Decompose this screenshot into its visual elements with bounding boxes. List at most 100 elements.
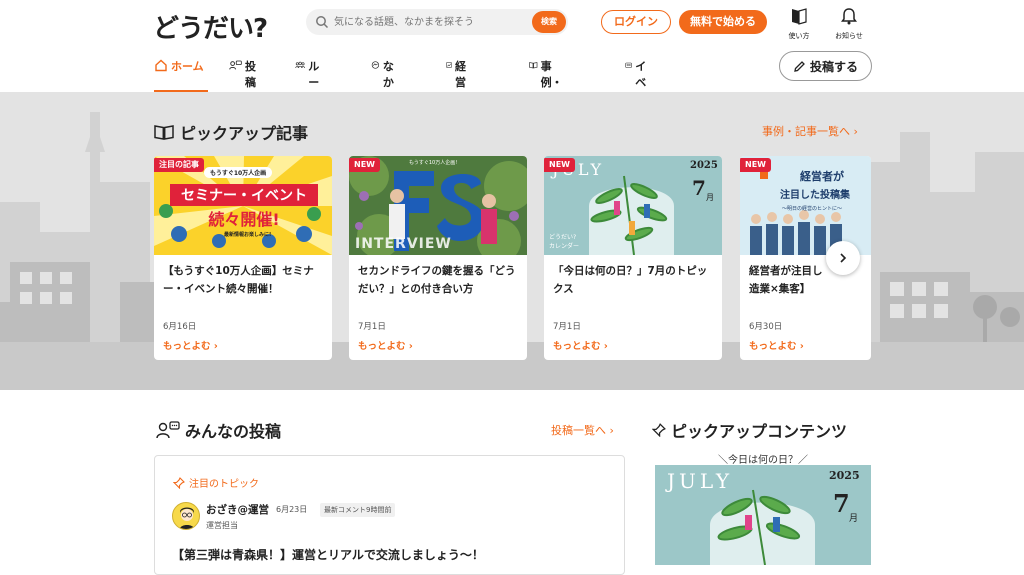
thumb-headline-2: 続々開催!: [208, 210, 280, 229]
article-card[interactable]: もうすぐ10万人企画 セミナー・イベント 続々開催! 最新情報お楽しみに! 注目…: [154, 156, 332, 360]
card-title-line-2: 造業×集客】: [749, 283, 811, 295]
post-button[interactable]: 投稿する: [779, 51, 872, 81]
search-button[interactable]: 検索: [532, 11, 566, 33]
event-icon: [625, 62, 632, 68]
thumb-headline-1: 経営者が: [800, 170, 844, 183]
featured-topic-card[interactable]: 注目のトピック おざき@運営 6月23日 最新コメント9時間前 運営担当 【第三…: [154, 455, 625, 575]
article-thumbnail: 経営者が 注目した投稿集 〜明日の経営のヒントに〜 NEW: [740, 156, 871, 255]
thumb-cal-text-1: どうだい?: [549, 234, 577, 241]
chart-icon: [446, 62, 452, 68]
guide-link[interactable]: 使い方: [779, 6, 819, 41]
people-chat-icon: [156, 421, 180, 439]
posts-more-link[interactable]: 投稿一覧へ ›: [551, 422, 614, 438]
thumb-interview-text: INTERVIEW: [355, 236, 452, 252]
site-logo[interactable]: どうだい?: [153, 8, 268, 45]
home-icon: [155, 59, 167, 72]
poster-name[interactable]: おざき@運営: [206, 502, 269, 517]
card-more-link[interactable]: もっとよむ ›: [553, 338, 608, 352]
article-card[interactable]: JULY 2025 7 月 どうだい? カレンダー NEW 「今日は何の日？」7…: [544, 156, 722, 360]
card-more-label: もっとよむ: [163, 341, 211, 352]
thumb-note-text: 〜明日の経営のヒントに〜: [782, 206, 843, 212]
search-icon: [316, 16, 329, 29]
pin-icon: [173, 476, 185, 489]
card-more-link[interactable]: もっとよむ ›: [749, 338, 804, 352]
thumb-small-text: もうすぐ10万人企画: [204, 167, 273, 178]
nav-home-label: ホーム: [171, 60, 204, 73]
side-month-text: JULY: [667, 469, 734, 493]
post-title[interactable]: 【第三弾は青森県！】運営とリアルで交流しましょう〜！: [172, 546, 484, 563]
nav-events[interactable]: イベント: [625, 56, 655, 121]
avatar-illustration: [179, 507, 195, 529]
article-card[interactable]: もうすぐ10万人企画! INTERVIEW NEW セカンドライフの鍵を握る「ど…: [349, 156, 527, 360]
notice-link[interactable]: お知らせ: [829, 6, 869, 41]
card-more-label: もっとよむ: [358, 341, 406, 352]
thumb-month-unit: 月: [706, 193, 714, 202]
card-date: 7月1日: [553, 322, 581, 332]
thumb-year-text: 2025: [690, 160, 718, 171]
nav-support[interactable]: 経営支援: [446, 56, 474, 121]
posts-more-label: 投稿一覧へ: [551, 424, 606, 437]
search-input[interactable]: [334, 12, 530, 32]
carousel-next-button[interactable]: [826, 241, 860, 275]
card-date: 7月1日: [358, 322, 386, 332]
card-badge: 注目の記事: [154, 158, 204, 172]
nav-home[interactable]: ホーム: [154, 56, 208, 92]
thumb-headline-1: セミナー・イベント: [170, 184, 318, 206]
bell-icon: [841, 8, 857, 25]
signup-button[interactable]: 無料で始める: [679, 10, 767, 34]
post-button-label: 投稿する: [809, 59, 858, 74]
side-month-unit: 月: [849, 514, 859, 524]
card-badge: NEW: [740, 158, 771, 172]
book-icon: [154, 125, 174, 140]
card-more-label: もっとよむ: [749, 341, 797, 352]
pickup-more-link[interactable]: 事例・記事一覧へ ›: [762, 123, 858, 139]
pickup-title: ピックアップ記事: [154, 120, 308, 144]
side-content-banner[interactable]: JULY 2025 7 月: [655, 465, 871, 565]
topic-label-text: 注目のトピック: [189, 479, 259, 490]
book-icon: [529, 62, 538, 69]
nav-posts[interactable]: 投稿: [229, 56, 261, 92]
group-icon: [295, 61, 306, 68]
posts-title: みんなの投稿: [156, 418, 281, 442]
pickup-section: ピックアップ記事 事例・記事一覧へ › もうすぐ10万人企画 セミナー・イベント…: [0, 92, 1024, 390]
thumb-note-text: 最新情報お楽しみに!: [224, 232, 272, 238]
notice-label: お知らせ: [835, 32, 863, 40]
side-title: ピックアップコンテンツ: [652, 418, 847, 442]
card-date: 6月16日: [163, 322, 197, 332]
poster-role: 運営担当: [206, 521, 238, 530]
poster-date: 6月23日: [276, 505, 308, 514]
card-title: 【もうすぐ10万人企画】セミナー・イベント続々開催！: [163, 265, 314, 295]
guide-book-icon: [792, 8, 807, 25]
posts-title-text: みんなの投稿: [185, 422, 282, 441]
search-bar: 検索: [306, 9, 568, 35]
people-chat-icon: [229, 60, 242, 70]
nav-articles[interactable]: 事例・記事: [529, 56, 570, 105]
site-header: どうだい? 検索 ログイン 無料で始める 使い方 お知らせ ホーム 投稿 ルーム…: [0, 0, 1024, 121]
pin-icon: [652, 423, 666, 437]
card-title: セカンドライフの鍵を握る「どうだい？」との付き合い方: [358, 265, 516, 295]
side-title-text: ピックアップコンテンツ: [671, 422, 848, 441]
nav-posts-label: 投稿: [245, 60, 257, 89]
card-badge: NEW: [544, 158, 575, 172]
article-thumbnail: もうすぐ10万人企画 セミナー・イベント 続々開催! 最新情報お楽しみに! 注目…: [154, 156, 332, 255]
nav-rooms[interactable]: ルーム: [295, 56, 327, 105]
pickup-title-text: ピックアップ記事: [180, 124, 309, 143]
card-more-link[interactable]: もっとよむ ›: [358, 338, 413, 352]
handshake-icon: [371, 61, 380, 69]
article-thumbnail: もうすぐ10万人企画! INTERVIEW NEW: [349, 156, 527, 255]
chevron-right-icon: [840, 253, 847, 263]
nav-friends[interactable]: なかま: [371, 56, 401, 105]
avatar[interactable]: [172, 502, 200, 530]
thumb-small-text: もうすぐ10万人企画!: [409, 160, 458, 166]
guide-label: 使い方: [788, 32, 810, 40]
latest-comment-badge: 最新コメント9時間前: [320, 503, 396, 517]
pencil-icon: [794, 60, 805, 72]
card-more-link[interactable]: もっとよむ ›: [163, 338, 218, 352]
login-button[interactable]: ログイン: [601, 10, 671, 34]
side-year-text: 2025: [829, 469, 860, 482]
card-title: 「今日は何の日？」7月のトピックス: [553, 265, 708, 295]
pickup-more-label: 事例・記事一覧へ: [762, 125, 850, 138]
topic-label: 注目のトピック: [173, 475, 259, 490]
side-subtitle: ＼今日は何の日？／: [718, 455, 808, 466]
card-more-label: もっとよむ: [553, 341, 601, 352]
